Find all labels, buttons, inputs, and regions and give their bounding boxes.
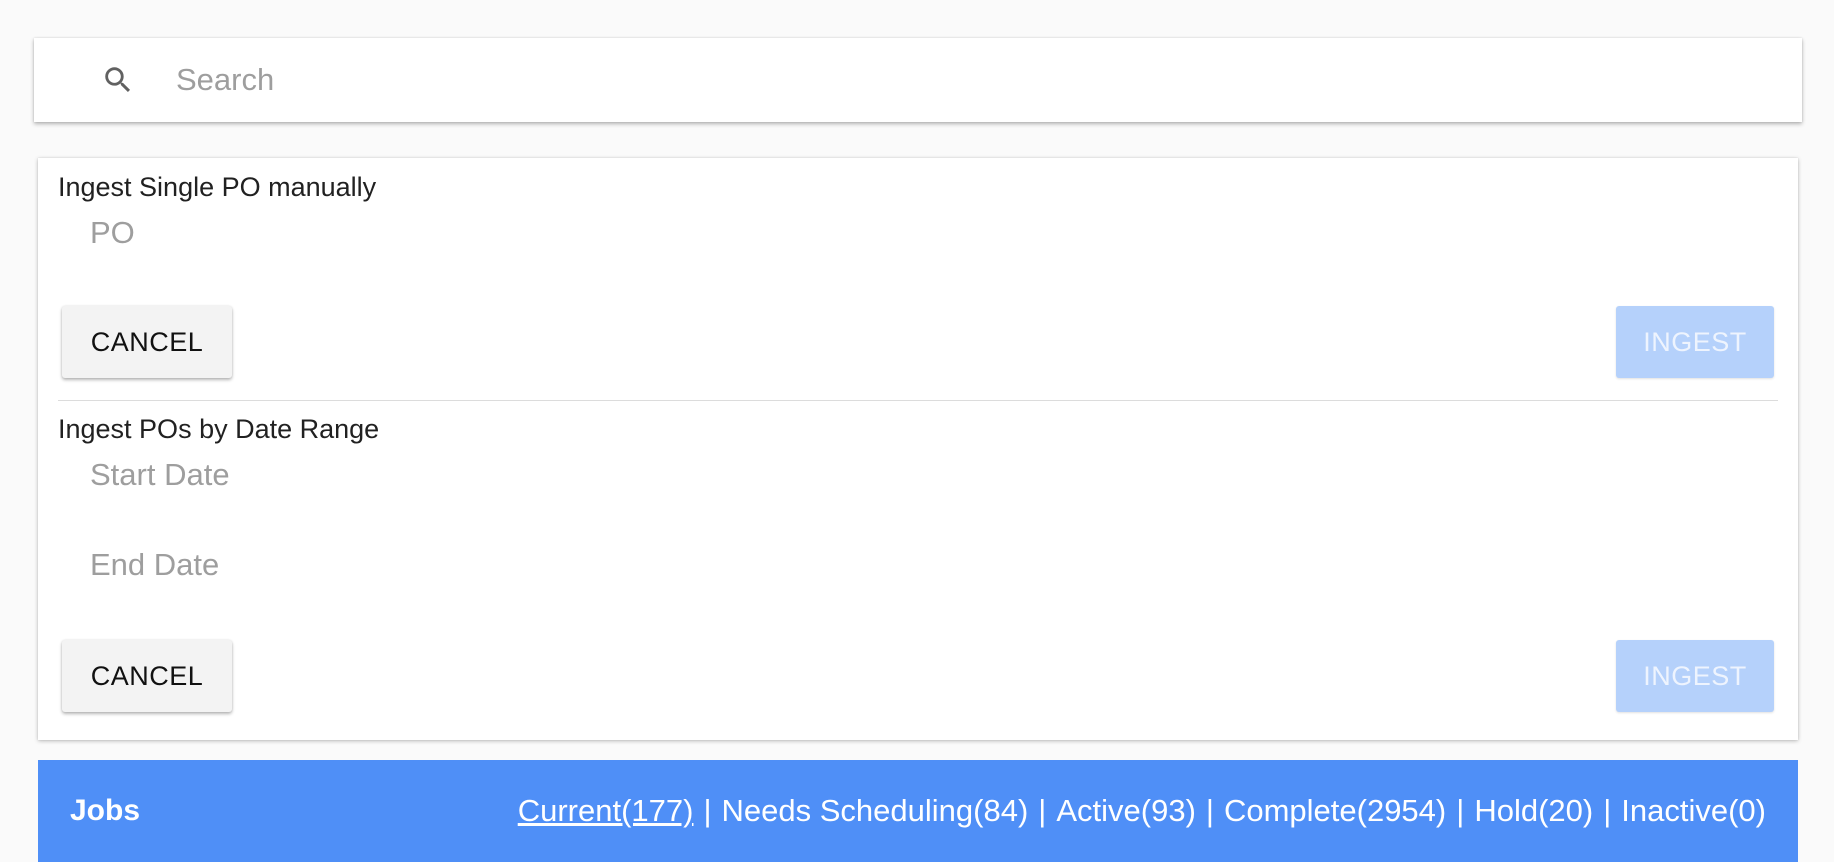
date-range-title: Ingest POs by Date Range (58, 414, 380, 444)
jobs-filter-hold[interactable]: Hold(20) (1474, 793, 1593, 829)
po-input[interactable] (90, 210, 790, 256)
single-po-cancel-button[interactable]: CANCEL (62, 306, 232, 378)
single-po-ingest-button[interactable]: INGEST (1616, 306, 1774, 378)
search-input[interactable] (176, 55, 1676, 105)
search-bar (34, 38, 1802, 122)
date-range-cancel-button[interactable]: CANCEL (62, 640, 232, 712)
ingest-card: Ingest Single PO manually CANCEL INGEST … (38, 158, 1798, 740)
filter-separator: | (1456, 793, 1465, 828)
jobs-filter-inactive[interactable]: Inactive(0) (1621, 793, 1766, 829)
jobs-filter-needs-scheduling[interactable]: Needs Scheduling(84) (722, 793, 1029, 829)
filter-separator: | (1603, 793, 1612, 828)
jobs-filter-list: Current(177) | Needs Scheduling(84) | Active… (518, 793, 1766, 829)
jobs-title: Jobs (70, 794, 141, 827)
jobs-filter-complete[interactable]: Complete(2954) (1224, 793, 1446, 829)
single-po-title: Ingest Single PO manually (58, 172, 377, 202)
filter-separator: | (703, 793, 712, 828)
start-date-input[interactable] (90, 452, 790, 498)
divider (58, 400, 1778, 401)
jobs-filter-current[interactable]: Current(177) (518, 793, 694, 829)
jobs-bar: Jobs Current(177) | Needs Scheduling(84) | A… (38, 760, 1798, 862)
date-range-ingest-button[interactable]: INGEST (1616, 640, 1774, 712)
jobs-filter-active[interactable]: Active(93) (1056, 793, 1196, 829)
search-icon[interactable] (96, 58, 140, 102)
filter-separator: | (1038, 793, 1047, 828)
end-date-input[interactable] (90, 542, 790, 588)
filter-separator: | (1205, 793, 1214, 828)
